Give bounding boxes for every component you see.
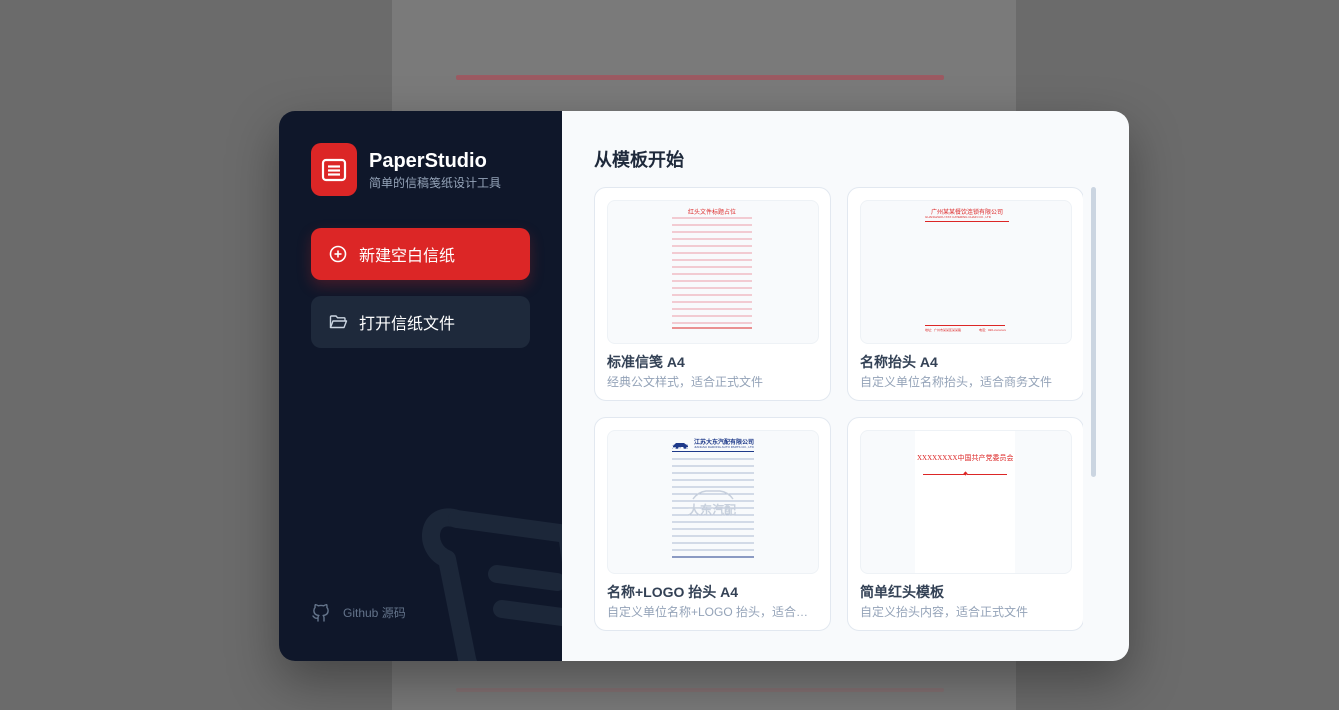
panel-title: 从模板开始 [594, 150, 684, 170]
brand: PaperStudio 简单的信稿笺纸设计工具 [311, 143, 501, 196]
github-icon [311, 601, 331, 623]
template-grid: 红头文件标题占位 标准信笺 A4 经典公文样式，适合正式文件 广州某某餐饮连锁有… [594, 187, 1083, 631]
template-thumbnail: 广州某某餐饮连锁有限公司 GUANGZHOU XXX CATERING CHAI… [860, 200, 1072, 344]
github-link[interactable]: Github 源码 [311, 601, 406, 623]
template-card-standard-a4[interactable]: 红头文件标题占位 标准信笺 A4 经典公文样式，适合正式文件 [594, 187, 831, 401]
template-card-name-header-a4[interactable]: 广州某某餐饮连锁有限公司 GUANGZHOU XXX CATERING CHAI… [847, 187, 1083, 401]
template-title: 名称+LOGO 抬头 A4 [607, 584, 739, 600]
thumb-rule-right [967, 474, 1007, 475]
thumb-header-text: 红头文件标题占位 [687, 210, 736, 216]
scroll-watermark-icon [422, 508, 562, 661]
thumb-watermark-text: 大东汽配 [688, 503, 737, 517]
folder-open-icon [328, 312, 348, 332]
plus-circle-icon [328, 244, 348, 264]
thumb-logo-text: 大东汽配 [672, 444, 688, 449]
template-title: 标准信笺 A4 [607, 354, 685, 370]
background-red-rule [456, 75, 944, 80]
template-card-name-logo-a4[interactable]: 大东汽配 江苏大东汽配有限公司 JIANGSU DADONG AUTO PART… [594, 417, 831, 631]
thumb-header-rule [925, 221, 1009, 222]
sidebar: PaperStudio 简单的信稿笺纸设计工具 新建空白信纸 打开信纸文件 Gi… [279, 111, 562, 661]
start-dialog: PaperStudio 简单的信稿笺纸设计工具 新建空白信纸 打开信纸文件 Gi… [279, 111, 1129, 661]
template-thumbnail: 红头文件标题占位 [607, 200, 819, 344]
new-blank-paper-button[interactable]: 新建空白信纸 [311, 228, 530, 280]
thumb-footer-left: 地址：广州市某某区某某路 [925, 328, 962, 332]
template-description: 自定义单位名称抬头，适合商务文件 [860, 375, 1053, 389]
thumb-ruled-lines [672, 217, 752, 329]
open-paper-file-label: 打开信纸文件 [359, 316, 456, 333]
thumb-footer-right: 电话：020-xxxxxxxx [979, 328, 1007, 332]
thumb-footer-rule [925, 325, 1005, 326]
template-description: 自定义单位名称+LOGO 抬头，适合商务文件 [607, 605, 819, 619]
new-blank-paper-label: 新建空白信纸 [359, 248, 456, 265]
document-lines-icon [311, 143, 357, 196]
github-label: Github 源码 [343, 605, 406, 620]
template-description: 自定义抬头内容，适合正式文件 [860, 605, 1029, 619]
template-title: 名称抬头 A4 [860, 354, 938, 370]
app-name: PaperStudio [369, 149, 487, 172]
template-card-simple-red-header[interactable]: XXXXXXXX中国共产党委员会文件 简单红头模板 自定义抬头内容，适合正式文件 [847, 417, 1083, 631]
template-description: 经典公文样式，适合正式文件 [607, 375, 764, 389]
template-panel: 从模板开始 红头文件标题占位 标准信笺 A4 经典公文样式，适合正式文件 广州某… [562, 111, 1129, 661]
thumb-subheader-text: JIANGSU DADONG AUTO PARTS CO., LTD [694, 445, 754, 449]
template-scrollbar[interactable] [1091, 187, 1097, 627]
thumb-rule-left [923, 474, 965, 475]
scrollbar-thumb[interactable] [1091, 187, 1096, 477]
template-thumbnail: 大东汽配 江苏大东汽配有限公司 JIANGSU DADONG AUTO PART… [607, 430, 819, 574]
open-paper-file-button[interactable]: 打开信纸文件 [311, 296, 530, 348]
thumb-header-text: XXXXXXXX中国共产党委员会文件 [917, 454, 1013, 462]
background-bottom-rule [456, 688, 944, 692]
template-thumbnail: XXXXXXXX中国共产党委员会文件 [860, 430, 1072, 574]
app-subtitle: 简单的信稿笺纸设计工具 [369, 175, 502, 190]
template-title: 简单红头模板 [860, 584, 944, 600]
thumb-subheader-text: GUANGZHOU XXX CATERING CHAIN CO., LTD [925, 215, 991, 219]
